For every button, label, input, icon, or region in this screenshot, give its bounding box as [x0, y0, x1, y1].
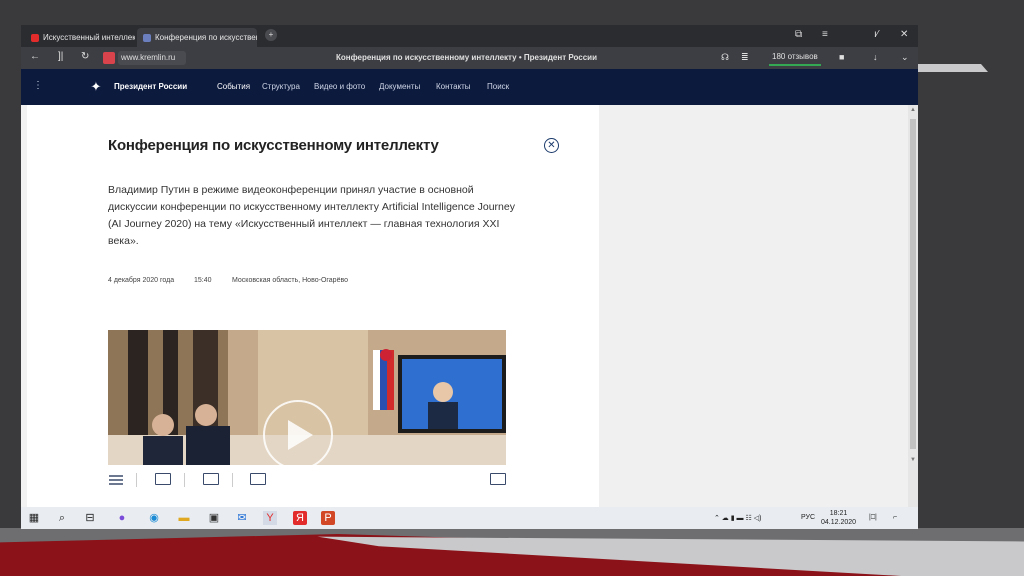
text-lines-icon [109, 475, 123, 485]
powerpoint-icon[interactable]: P [321, 511, 335, 525]
address-bar: ← ]| ↻ www.kremlin.ru Конференция по иск… [21, 47, 918, 69]
nav-item-search[interactable]: Поиск [487, 82, 509, 91]
nav-item-events[interactable]: События [217, 82, 250, 91]
headphones-icon[interactable]: ☊ [721, 52, 729, 63]
page-title: Конференция по искусственному интеллекту… [336, 53, 597, 62]
nav-item-contacts[interactable]: Контакты [436, 82, 471, 91]
store-icon[interactable]: ▣ [207, 511, 221, 525]
toolbar-divider [184, 473, 185, 487]
download-icon[interactable]: ↓ [873, 52, 878, 62]
article-time: 15:40 [194, 277, 212, 284]
new-tab-button[interactable]: + [265, 29, 277, 41]
clock-date: 04.12.2020 [821, 519, 857, 526]
bookmark-sidebar-icon[interactable]: ]| [58, 51, 63, 62]
yandex-browser-icon[interactable]: Y [263, 511, 277, 525]
mail-icon[interactable]: ✉ [235, 511, 249, 525]
notification-bar-icon[interactable]: |⎕| [869, 514, 877, 522]
alice-icon[interactable]: ● [115, 511, 129, 525]
back-icon[interactable]: ← [30, 51, 40, 62]
video-icon[interactable] [203, 473, 219, 485]
reload-icon[interactable]: ↻ [81, 51, 89, 62]
close-article-icon[interactable]: ✕ [544, 138, 559, 153]
toolbar-divider [232, 473, 233, 487]
taskbar: ▦ ⌕ ⊟ ● ◉ ▬ ▣ ✉ Y Я P ⌃ ☁ ▮ ▬ ☷ ◁) РУС 1… [21, 507, 918, 529]
reviews-text: 180 отзывов [772, 52, 818, 61]
text-icon[interactable] [108, 473, 124, 485]
explorer-icon[interactable]: ▬ [177, 511, 191, 525]
site-header: ⋮ ✦ Президент России События Структура В… [21, 69, 918, 105]
tab-label: Искусственный интеллект [43, 33, 135, 42]
share-icon[interactable] [490, 473, 506, 485]
minimize-icon[interactable]: ı⁄ [874, 29, 878, 40]
yandex-icon[interactable]: Я [293, 511, 307, 525]
nav-item-video-photo[interactable]: Видео и фото [314, 82, 365, 91]
protect-icon[interactable] [103, 52, 115, 64]
start-icon[interactable]: ▦ [27, 511, 41, 525]
tab-bar: Искусственный интеллект Конференция по и… [21, 25, 918, 47]
site-brand[interactable]: Президент России [114, 82, 187, 91]
more-icon[interactable]: ⋮ [33, 80, 43, 91]
menu-icon[interactable]: ≡ [822, 29, 828, 40]
edge-icon[interactable]: ◉ [147, 511, 161, 525]
photo-gallery-icon[interactable] [155, 473, 171, 485]
reviews-badge[interactable]: 180 отзывов [769, 52, 821, 66]
eagle-emblem-icon: ✦ [90, 79, 102, 94]
scroll-down-icon[interactable]: ▼ [909, 457, 917, 465]
yandex-favicon-icon [31, 33, 39, 42]
tab-ai[interactable]: Искусственный интеллект [25, 28, 135, 47]
language-indicator[interactable]: РУС [801, 514, 815, 521]
tabs-icon[interactable]: ⧉ [795, 29, 802, 40]
slide-decor-stripe [918, 64, 988, 72]
browser-window: Искусственный интеллект Конференция по и… [21, 25, 918, 529]
chevron-down-icon[interactable]: ⌄ [901, 52, 909, 63]
scroll-thumb[interactable] [910, 119, 916, 449]
toolbar-divider [136, 473, 137, 487]
scroll-up-icon[interactable]: ▲ [909, 107, 917, 115]
search-icon[interactable]: ⌕ [55, 511, 69, 525]
video-list-icon[interactable] [250, 473, 266, 485]
url-text: www.kremlin.ru [121, 53, 176, 62]
clock[interactable]: 18:21 04.12.2020 [821, 509, 856, 527]
reader-icon[interactable]: ≣ [741, 52, 749, 63]
scrollbar[interactable]: ▲ ▼ [908, 105, 918, 507]
article-date: 4 декабря 2020 года [108, 277, 175, 284]
article-title: Конференция по искусственному интеллекту [108, 137, 439, 154]
article-place: Московская область, Ново-Огарёво [232, 277, 348, 284]
tab-conference[interactable]: Конференция по искусственному ✕ [137, 28, 257, 47]
task-view-icon[interactable]: ⊟ [83, 511, 97, 525]
clock-time: 18:21 [829, 510, 848, 517]
article-photo[interactable] [108, 330, 506, 465]
kremlin-favicon-icon [143, 33, 151, 42]
article-lead: Владимир Путин в режиме видеоконференции… [108, 184, 515, 247]
nav-item-structure[interactable]: Структура [262, 82, 300, 91]
nav-item-documents[interactable]: Документы [379, 82, 420, 91]
photo-illustration [108, 330, 506, 465]
content-side-area [599, 105, 908, 507]
close-window-icon[interactable]: ✕ [900, 29, 908, 40]
action-center-icon[interactable]: ⌐ [893, 514, 897, 521]
content-margin [21, 105, 27, 507]
tab-label: Конференция по искусственному [155, 33, 257, 42]
bookmark-icon[interactable]: ■ [839, 52, 844, 62]
tray-icons[interactable]: ⌃ ☁ ▮ ▬ ☷ ◁) [714, 514, 761, 522]
